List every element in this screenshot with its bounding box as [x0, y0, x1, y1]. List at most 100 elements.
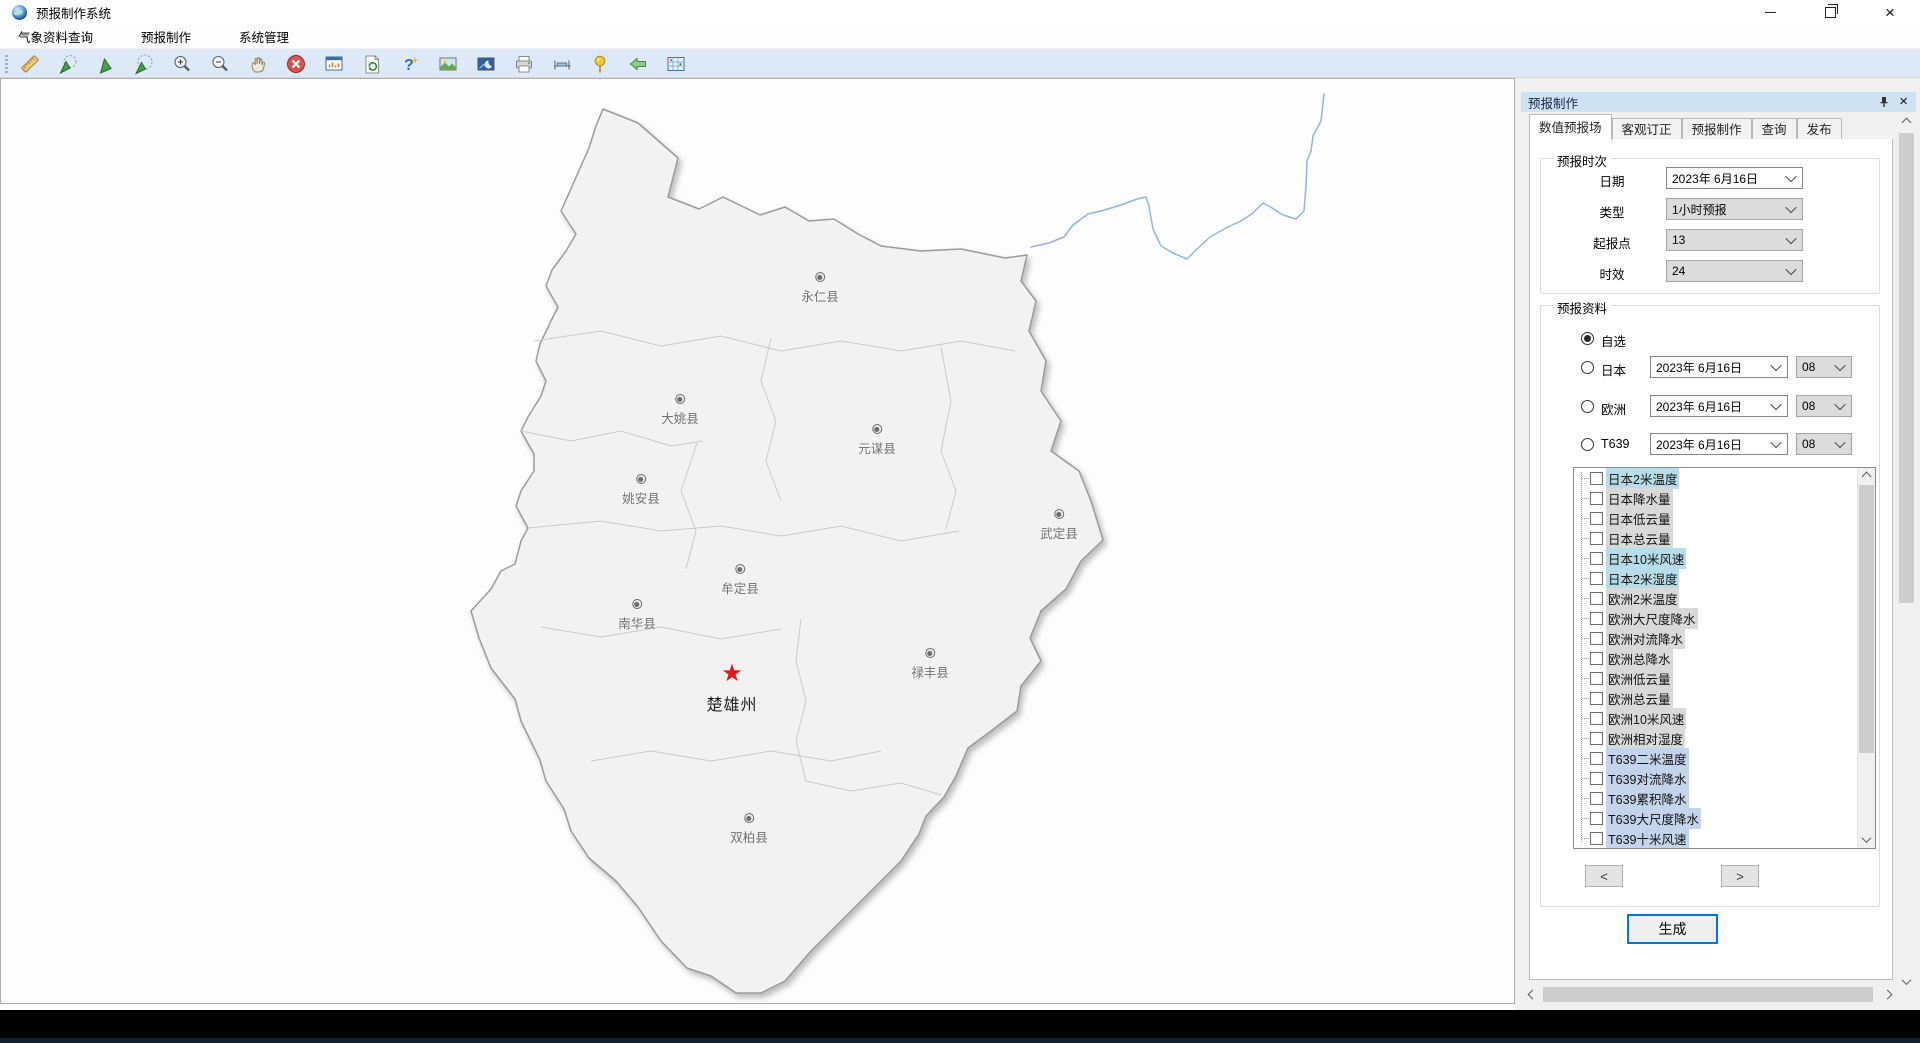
japan-hour-combobox[interactable]: 08 [1796, 356, 1852, 378]
field-item[interactable]: 日本2米温度 [1574, 468, 1875, 488]
generate-button[interactable]: 生成 [1627, 914, 1718, 944]
checkbox[interactable] [1590, 652, 1603, 665]
zoom-dynamic-button[interactable] [131, 51, 157, 76]
measure-ruler-button[interactable] [17, 51, 43, 76]
pin-button[interactable] [1879, 96, 1889, 108]
radio-custom[interactable] [1581, 332, 1594, 345]
scroll-up-button[interactable] [1858, 468, 1875, 485]
panel-horizontal-scrollbar[interactable] [1524, 986, 1896, 1003]
scroll-up-button[interactable] [1898, 114, 1915, 131]
image-button[interactable] [435, 51, 461, 76]
field-item[interactable]: 欧洲10米风速 [1574, 708, 1875, 728]
field-item[interactable]: 日本降水量 [1574, 488, 1875, 508]
tab-query[interactable]: 查询 [1752, 118, 1797, 140]
next-button[interactable]: > [1721, 865, 1759, 887]
zoom-rect-in-button[interactable] [55, 51, 81, 76]
forecast-fields-list[interactable]: 日本2米温度 日本降水量 日本低云量 日本总云量 日本10米风速 日本2米湿度 … [1573, 467, 1876, 849]
field-item[interactable]: T639对流降水 [1574, 768, 1875, 788]
field-item[interactable]: T639十米风速 [1574, 828, 1875, 848]
map-canvas[interactable]: 永仁县 大姚县 元谋县 姚安县 武定县 牟定县 南华县 禄丰县 [0, 78, 1515, 1004]
zoom-out-button[interactable] [207, 51, 233, 76]
list-scrollbar[interactable] [1857, 468, 1875, 848]
map-grid-button[interactable] [663, 51, 689, 76]
printer-button[interactable] [511, 51, 537, 76]
type-combobox[interactable]: 1小时预报 [1666, 198, 1803, 220]
checkbox[interactable] [1590, 792, 1603, 805]
field-item[interactable]: 欧洲总云量 [1574, 688, 1875, 708]
tab-numeric-forecast-field[interactable]: 数值预报场 [1529, 114, 1612, 140]
field-item[interactable]: 日本总云量 [1574, 528, 1875, 548]
scroll-left-button[interactable] [1524, 986, 1541, 1003]
tab-objective-correction[interactable]: 客观订正 [1612, 118, 1682, 140]
select-arrow-button[interactable] [93, 51, 119, 76]
radio-europe[interactable] [1581, 400, 1594, 413]
scroll-down-button[interactable] [1898, 973, 1915, 990]
panel-close-button[interactable]: × [1899, 95, 1908, 109]
field-item[interactable]: 欧洲大尺度降水 [1574, 608, 1875, 628]
checkbox[interactable] [1590, 572, 1603, 585]
marker-balloon-button[interactable] [587, 51, 613, 76]
tab-forecast-production[interactable]: 预报制作 [1682, 118, 1752, 140]
checkbox[interactable] [1590, 512, 1603, 525]
europe-date-combobox[interactable]: 2023年 6月16日 [1650, 395, 1788, 417]
field-item[interactable]: 日本低云量 [1574, 508, 1875, 528]
field-item[interactable]: 欧洲总降水 [1574, 648, 1875, 668]
valid-period-combobox[interactable]: 24 [1666, 260, 1803, 282]
field-item[interactable]: 日本2米湿度 [1574, 568, 1875, 588]
pan-hand-button[interactable] [245, 51, 271, 76]
checkbox[interactable] [1590, 712, 1603, 725]
refresh-document-button[interactable] [359, 51, 385, 76]
field-item[interactable]: 日本10米风速 [1574, 548, 1875, 568]
scrollbar-thumb[interactable] [1859, 485, 1874, 753]
t639-date-combobox[interactable]: 2023年 6月16日 [1650, 433, 1788, 455]
tab-publish[interactable]: 发布 [1797, 118, 1842, 140]
checkbox[interactable] [1590, 472, 1603, 485]
axis-ruler-button[interactable] [549, 51, 575, 76]
checkbox[interactable] [1590, 632, 1603, 645]
radio-japan[interactable] [1581, 361, 1594, 374]
checkbox[interactable] [1590, 672, 1603, 685]
japan-date-combobox[interactable]: 2023年 6月16日 [1650, 356, 1788, 378]
close-button[interactable]: × [1860, 0, 1920, 24]
panel-vertical-scrollbar[interactable] [1898, 114, 1915, 990]
checkbox[interactable] [1590, 832, 1603, 845]
restore-button[interactable] [1800, 0, 1860, 24]
scrollbar-thumb[interactable] [1543, 987, 1873, 1002]
t639-hour-combobox[interactable]: 08 [1796, 433, 1852, 455]
field-item[interactable]: 欧洲2米温度 [1574, 588, 1875, 608]
field-item[interactable]: T639大尺度降水 [1574, 808, 1875, 828]
checkbox[interactable] [1590, 772, 1603, 785]
help-button[interactable]: ? [397, 51, 423, 76]
prev-button[interactable]: < [1585, 865, 1623, 887]
menu-forecast-production[interactable]: 预报制作 [129, 24, 203, 49]
stop-button[interactable] [283, 51, 309, 76]
scroll-right-button[interactable] [1879, 986, 1896, 1003]
checkbox[interactable] [1590, 752, 1603, 765]
scrollbar-thumb[interactable] [1899, 133, 1914, 603]
checkbox[interactable] [1590, 812, 1603, 825]
field-item[interactable]: T639累积降水 [1574, 788, 1875, 808]
checkbox[interactable] [1590, 552, 1603, 565]
europe-hour-combobox[interactable]: 08 [1796, 395, 1852, 417]
checkbox[interactable] [1590, 732, 1603, 745]
menu-system-management[interactable]: 系统管理 [227, 24, 301, 49]
back-arrow-button[interactable] [625, 51, 651, 76]
chart-window-button[interactable] [321, 51, 347, 76]
field-item[interactable]: 欧洲对流降水 [1574, 628, 1875, 648]
checkbox[interactable] [1590, 592, 1603, 605]
minimize-button[interactable] [1740, 0, 1800, 24]
field-item[interactable]: 欧洲相对湿度 [1574, 728, 1875, 748]
start-hour-combobox[interactable]: 13 [1666, 229, 1803, 251]
checkbox[interactable] [1590, 612, 1603, 625]
field-item[interactable]: 欧洲低云量 [1574, 668, 1875, 688]
scroll-down-button[interactable] [1858, 831, 1875, 848]
checkbox[interactable] [1590, 532, 1603, 545]
checkbox[interactable] [1590, 492, 1603, 505]
menu-weather-data-query[interactable]: 气象资料查询 [6, 24, 105, 49]
zoom-in-button[interactable] [169, 51, 195, 76]
checkbox[interactable] [1590, 692, 1603, 705]
radio-t639[interactable] [1581, 438, 1594, 451]
date-combobox[interactable]: 2023年 6月16日 [1666, 167, 1803, 189]
image-night-button[interactable] [473, 51, 499, 76]
field-item[interactable]: T639二米温度 [1574, 748, 1875, 768]
